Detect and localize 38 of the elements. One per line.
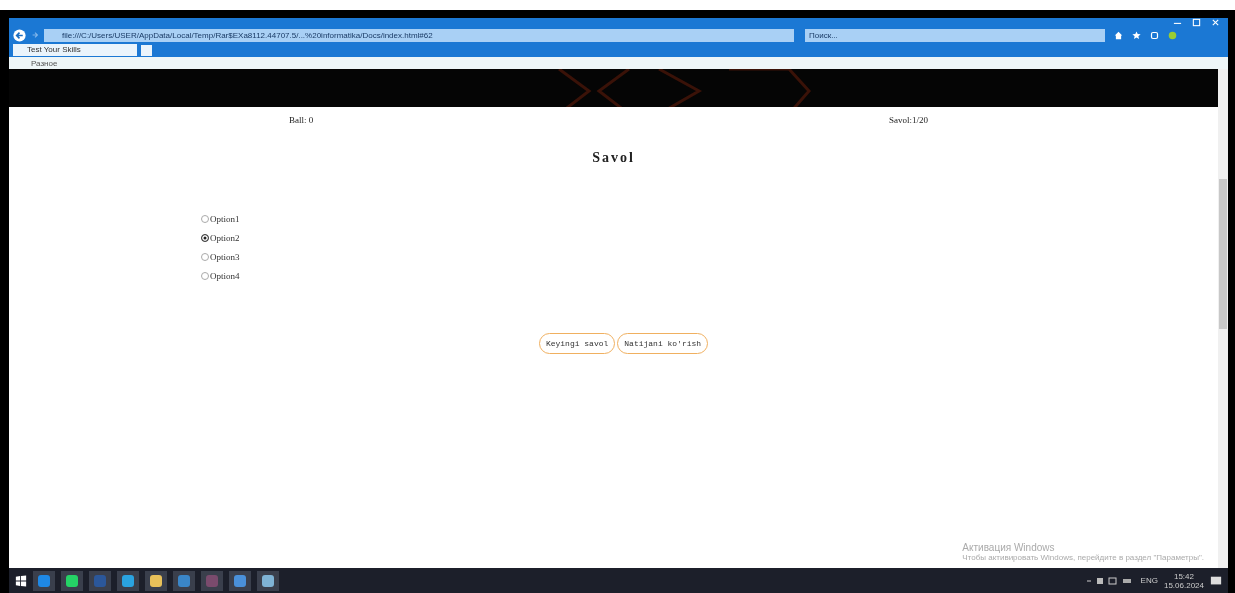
notification-icon[interactable] — [1210, 574, 1222, 587]
activation-title: Активация Windows — [962, 542, 1056, 553]
radio-button[interactable] — [201, 253, 209, 261]
windows-logo-icon[interactable] — [15, 574, 27, 587]
browser-tab[interactable]: Test Your Skills — [13, 44, 137, 56]
language-indicator[interactable]: ENG — [1140, 576, 1158, 585]
clock-time[interactable]: 15:42 — [1173, 571, 1194, 581]
option-label[interactable]: Option2 — [210, 233, 240, 243]
option-label[interactable]: Option1 — [210, 214, 240, 224]
clock-date[interactable]: 15.06.2024 — [1163, 580, 1204, 590]
maximize-icon[interactable] — [1192, 18, 1201, 27]
taskbar-app-icon[interactable] — [173, 570, 195, 591]
scrollbar[interactable] — [1218, 69, 1228, 568]
score-text: Ball: 0 — [289, 115, 314, 125]
radio-button[interactable] — [201, 272, 209, 280]
radio-button[interactable] — [201, 234, 209, 242]
taskbar-app-icon[interactable] — [117, 570, 139, 591]
question-title: Savol — [591, 150, 636, 166]
search-field[interactable]: Поиск... — [805, 28, 1105, 42]
new-tab-button[interactable] — [141, 44, 152, 56]
taskbar-app-icon[interactable] — [33, 570, 55, 591]
address-bar[interactable]: file:///C:/Users/USER/AppData/Local/Temp/Rar$EXa8112.44707.5/...%20informatika/Docs/index.html#62 — [44, 28, 794, 42]
radio-button[interactable] — [201, 215, 209, 223]
activation-text: Чтобы активировать Windows, перейдите в раздел "Параметры". — [962, 553, 1204, 562]
taskbar-app-icon[interactable] — [229, 570, 251, 591]
close-icon[interactable] — [1211, 18, 1220, 27]
progress-text: Savol:1/20 — [889, 115, 928, 125]
back-icon[interactable] — [13, 28, 26, 42]
quiz-button[interactable]: Keyingi savol — [538, 333, 616, 354]
quiz-button[interactable]: Natijani ko'rish — [617, 333, 709, 354]
option-label[interactable]: Option4 — [210, 271, 240, 281]
taskbar-app-icon[interactable] — [61, 570, 83, 591]
taskbar-app-icon[interactable] — [145, 570, 167, 591]
taskbar-app-icon[interactable] — [257, 570, 279, 591]
star-icon[interactable] — [1132, 30, 1141, 40]
favorites-item[interactable]: Разное — [31, 58, 58, 68]
home-icon[interactable] — [1114, 30, 1123, 40]
option-label[interactable]: Option3 — [210, 252, 240, 262]
